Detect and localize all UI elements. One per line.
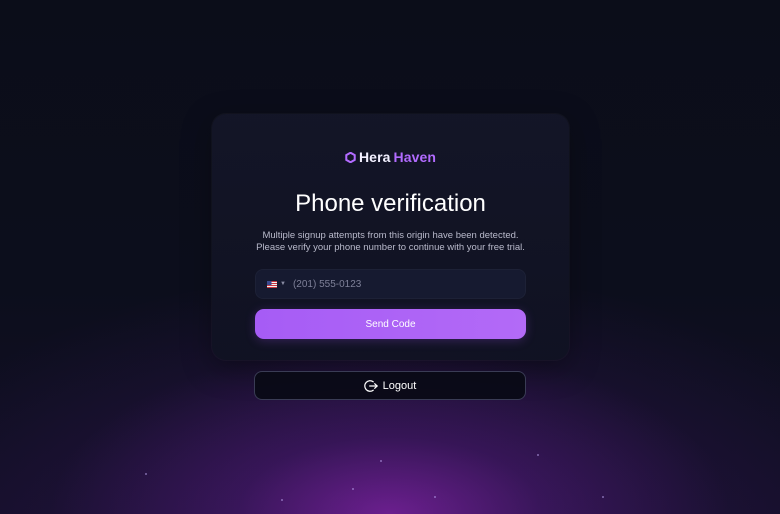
chevron-down-icon: ▼ [280,281,286,287]
country-code-select[interactable]: ▼ [267,280,286,288]
us-flag-icon [267,280,277,288]
star [145,473,147,475]
brand-name-primary: Hera [358,149,391,165]
star [281,499,283,501]
verification-message: Multiple signup attempts from this origi… [256,230,525,253]
brand-name-accent: Haven [393,149,437,165]
star [380,460,382,462]
hexagon-ring-icon [345,151,356,163]
logout-button[interactable]: Logout [254,371,526,400]
page-title: Phone verification [295,190,486,217]
logout-label: Logout [382,379,417,392]
phone-number-field: ▼ [255,269,526,299]
verification-card: Hera Haven Phone verification Multiple si… [212,114,569,360]
phone-input[interactable] [292,278,493,290]
star [352,488,354,490]
star [537,454,539,456]
star [602,496,604,498]
send-code-button[interactable]: Send Code [255,309,526,339]
logout-icon [363,379,378,392]
star [434,496,436,498]
brand-logo: Hera Haven [212,149,569,165]
